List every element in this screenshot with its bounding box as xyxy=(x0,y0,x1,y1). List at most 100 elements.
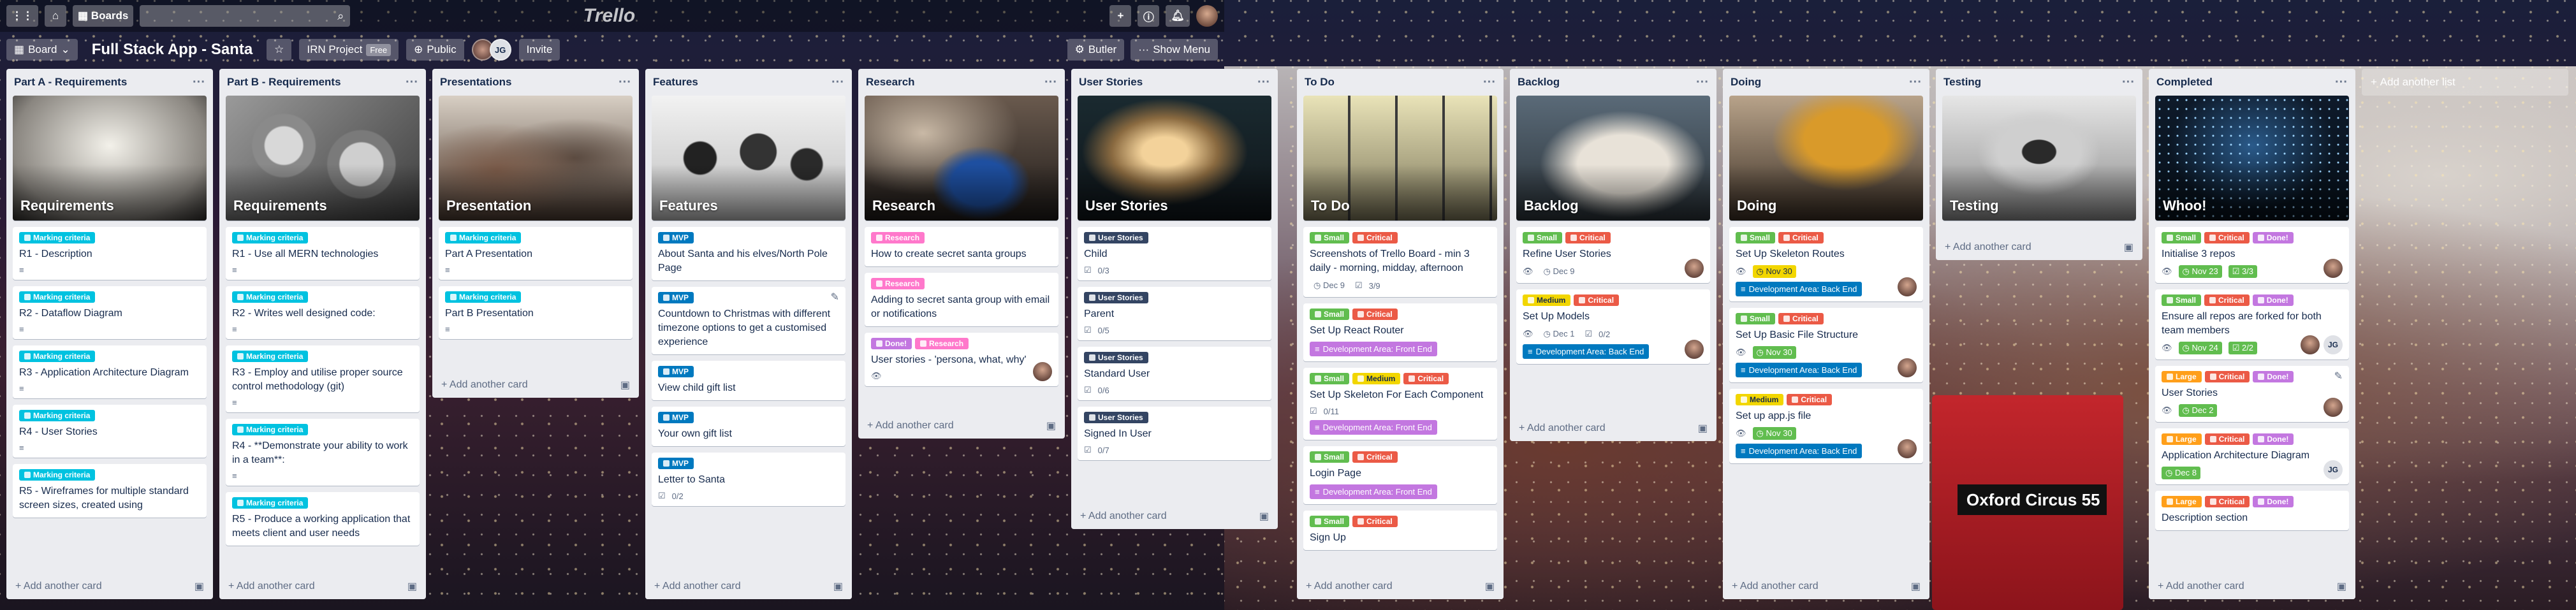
list-menu-icon[interactable]: ··· xyxy=(618,75,631,90)
add-card-button[interactable]: + Add another card ▣ xyxy=(645,574,852,599)
list-card[interactable]: Done! Research User stories - 'persona, wh… xyxy=(865,333,1058,386)
notifications-icon[interactable]: 🔔︎ xyxy=(1166,5,1190,27)
list-card[interactable]: Marking criteria R1 - Description ≡ xyxy=(13,227,207,280)
card-member-avatar[interactable] xyxy=(1898,439,1917,458)
add-card-button[interactable]: + Add another card ▣ xyxy=(6,574,213,599)
template-icon[interactable]: ▣ xyxy=(620,379,630,391)
list-title[interactable]: Testing xyxy=(1943,76,1981,89)
list-card[interactable]: Marking criteria R5 - Wireframes for mult… xyxy=(13,464,207,518)
list-card[interactable]: Small Critical Set Up Skeleton Routes 👁︎ ◷ N… xyxy=(1729,227,1923,301)
list-card[interactable]: Research Adding to secret santa group wit… xyxy=(865,273,1058,326)
card-member-initials[interactable]: JG xyxy=(2324,335,2343,354)
cover-card[interactable]: Requirements xyxy=(13,96,207,221)
home-icon[interactable]: ⌂ xyxy=(45,5,66,27)
card-member-avatar[interactable] xyxy=(1898,277,1917,296)
search-input[interactable]: ⌕ xyxy=(140,5,351,27)
list-card[interactable]: Marking criteria R2 - Writes well designe… xyxy=(226,286,420,339)
list-menu-icon[interactable]: ··· xyxy=(831,75,844,90)
cover-card[interactable]: Features xyxy=(652,96,845,221)
list-title[interactable]: Part B - Requirements xyxy=(227,76,341,89)
list-card[interactable]: Small Medium Critical Set Up Skeleton For E… xyxy=(1303,368,1497,440)
list-title[interactable]: To Do xyxy=(1305,76,1335,89)
list-card[interactable]: Small Critical Refine User Stories 👁︎ ◷ Dec … xyxy=(1516,227,1710,283)
list-card[interactable]: Small Critical Login Page ≡ Development Area… xyxy=(1303,446,1497,504)
cover-card[interactable]: User Stories xyxy=(1078,96,1271,221)
add-card-button[interactable]: + Add another card ▣ xyxy=(858,413,1065,439)
list-card[interactable]: Small Critical Sign Up xyxy=(1303,511,1497,550)
apps-icon[interactable]: ⋮⋮ xyxy=(6,5,38,27)
card-member-avatar[interactable] xyxy=(2324,259,2343,278)
add-card-button[interactable]: + Add another card ▣ xyxy=(1071,504,1278,529)
cover-card[interactable]: Requirements xyxy=(226,96,420,221)
list-card[interactable]: Small Critical Done! Initialise 3 repos 👁︎ ◷ … xyxy=(2155,227,2349,283)
list-card[interactable]: MVP Your own gift list xyxy=(652,407,845,446)
template-icon[interactable]: ▣ xyxy=(833,580,843,593)
create-icon[interactable]: + xyxy=(1109,5,1132,27)
board-view-button[interactable]: ▦ Board ⌄ xyxy=(6,39,78,61)
edit-pencil-icon[interactable]: ✎ xyxy=(2334,370,2343,382)
list-card[interactable]: User Stories Standard User ☑ 0/6 xyxy=(1078,347,1271,400)
cover-card[interactable]: Research xyxy=(865,96,1058,221)
list-card[interactable]: Small Critical Done! Ensure all repos are f… xyxy=(2155,289,2349,359)
list-card[interactable]: User Stories Parent ☑ 0/5 xyxy=(1078,287,1271,340)
info-icon[interactable]: ⓘ xyxy=(1138,5,1160,27)
show-menu-button[interactable]: ··· Show Menu xyxy=(1131,39,1218,61)
invite-button[interactable]: Invite xyxy=(518,39,560,61)
card-member-avatar[interactable] xyxy=(1685,259,1704,278)
list-card[interactable]: Large Critical Done! Description section xyxy=(2155,491,2349,530)
add-card-button[interactable]: + Add another card ▣ xyxy=(219,574,426,599)
template-icon[interactable]: ▣ xyxy=(1485,580,1495,593)
list-card[interactable]: Marking criteria R1 - Use all MERN techno… xyxy=(226,227,420,280)
list-card[interactable]: Small Critical Set Up Basic File Structure… xyxy=(1729,308,1923,382)
list-card[interactable]: Marking criteria R2 - Dataflow Diagram ≡ xyxy=(13,286,207,339)
member-avatar-initials[interactable]: JG xyxy=(489,39,511,61)
list-card[interactable]: Marking criteria Part A Presentation ≡ xyxy=(439,227,633,280)
add-card-button[interactable]: + Add another card ▣ xyxy=(2149,574,2355,599)
list-card[interactable]: MVP About Santa and his elves/North Pole … xyxy=(652,227,845,280)
list-menu-icon[interactable]: ··· xyxy=(2122,75,2135,90)
list-title[interactable]: Doing xyxy=(1731,76,1761,89)
list-menu-icon[interactable]: ··· xyxy=(1909,75,1922,90)
list-card[interactable]: Medium Critical Set Up Models 👁︎ ◷ Dec 1 ☑ 0/2… xyxy=(1516,289,1710,364)
list-menu-icon[interactable]: ··· xyxy=(1044,75,1057,90)
list-menu-icon[interactable]: ··· xyxy=(1257,75,1270,90)
list-title[interactable]: Features xyxy=(653,76,698,89)
card-member-avatar[interactable] xyxy=(1685,340,1704,359)
cover-card[interactable]: Doing xyxy=(1729,96,1923,221)
board-title[interactable]: Full Stack App - Santa xyxy=(85,41,259,59)
list-menu-icon[interactable]: ··· xyxy=(193,75,205,90)
list-title[interactable]: Presentations xyxy=(440,76,511,89)
add-card-button[interactable]: + Add another card ▣ xyxy=(1723,574,1929,599)
list-title[interactable]: User Stories xyxy=(1079,76,1143,89)
list-card[interactable]: Small Critical Set Up React Router ≡ Develop… xyxy=(1303,303,1497,361)
cover-card[interactable]: Presentation xyxy=(439,96,633,221)
card-member-avatar[interactable] xyxy=(1898,358,1917,377)
template-icon[interactable]: ▣ xyxy=(1259,510,1269,523)
add-list-button[interactable]: + Add another list xyxy=(2362,69,2568,96)
list-card[interactable]: Marking criteria R5 - Produce a working a… xyxy=(226,492,420,546)
list-card[interactable]: Large Critical Done! Application Architectu… xyxy=(2155,428,2349,484)
template-icon[interactable]: ▣ xyxy=(1046,419,1056,432)
list-title[interactable]: Backlog xyxy=(1518,76,1560,89)
add-card-button[interactable]: + Add another card ▣ xyxy=(1936,235,2142,260)
cover-card[interactable]: To Do xyxy=(1303,96,1497,221)
template-icon[interactable]: ▣ xyxy=(407,580,417,593)
add-card-button[interactable]: + Add another card ▣ xyxy=(1510,416,1716,441)
list-menu-icon[interactable]: ··· xyxy=(1483,75,1496,90)
list-card[interactable]: Marking criteria R3 - Application Archite… xyxy=(13,345,207,398)
visibility-button[interactable]: ⊕ Public xyxy=(406,39,464,61)
card-member-avatar[interactable] xyxy=(1033,362,1052,381)
list-title[interactable]: Completed xyxy=(2156,76,2213,89)
list-card[interactable]: Small Critical Screenshots of Trello Board… xyxy=(1303,227,1497,297)
template-icon[interactable]: ▣ xyxy=(1698,422,1708,435)
list-card[interactable]: Marking criteria Part B Presentation ≡ xyxy=(439,286,633,339)
card-member-avatar[interactable] xyxy=(2301,335,2320,354)
template-icon[interactable]: ▣ xyxy=(2124,241,2133,254)
list-card[interactable]: Marking criteria R3 - Employ and utilise … xyxy=(226,345,420,412)
card-member-initials[interactable]: JG xyxy=(2324,460,2343,479)
list-card[interactable]: Research How to create secret santa group… xyxy=(865,227,1058,266)
list-menu-icon[interactable]: ··· xyxy=(1696,75,1709,90)
edit-pencil-icon[interactable]: ✎ xyxy=(831,291,839,303)
list-card[interactable]: MVP Letter to Santa ☑ 0/2 xyxy=(652,453,845,506)
list-menu-icon[interactable]: ··· xyxy=(2335,75,2348,90)
